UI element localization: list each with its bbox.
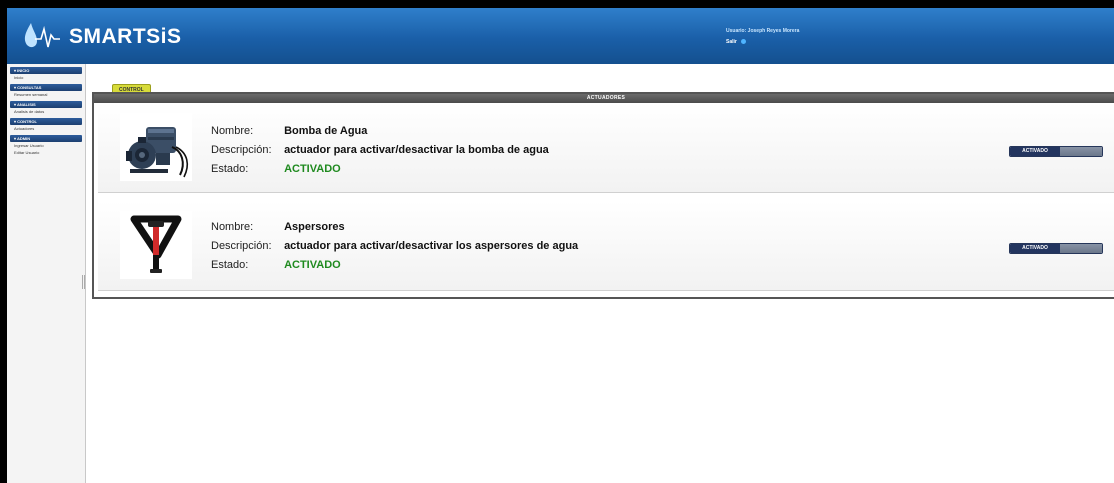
nav-section-control: ▾ CONTROL Actuadores [10, 118, 82, 132]
user-label: Usuario: [726, 28, 747, 34]
sidebar-item-inicio[interactable]: Inicio [10, 74, 82, 81]
nav-section-analisis: ▾ ANALISIS Analisis de datos [10, 101, 82, 115]
actuator-description-row: Descripción: actuador para activar/desac… [211, 240, 578, 252]
description-label: Descripción: [211, 144, 272, 156]
actuator-name-row: Nombre: Bomba de Agua [211, 125, 367, 137]
main-content: CONTROL ACTUADORES Nombre: Bomba de Agua… [88, 68, 1114, 483]
screen-frame-top [0, 0, 1114, 8]
nav-header-analisis[interactable]: ▾ ANALISIS [10, 101, 82, 108]
nav-header-consultas[interactable]: ▾ CONSULTAS [10, 84, 82, 91]
actuator-description-row: Descripción: actuador para activar/desac… [211, 144, 549, 156]
actuator-card: Nombre: Bomba de Agua Descripción: actua… [98, 103, 1114, 193]
description-label: Descripción: [211, 240, 272, 252]
actuator-status: ACTIVADO [284, 163, 341, 175]
actuator-toggle-switch[interactable]: ACTIVADO [1009, 146, 1103, 157]
nav-header-inicio[interactable]: ▾ INICIO [10, 67, 82, 74]
toggle-off-side[interactable] [1060, 244, 1102, 253]
actuator-toggle-switch[interactable]: ACTIVADO [1009, 243, 1103, 254]
water-pump-icon [120, 113, 192, 181]
toggle-on-label[interactable]: ACTIVADO [1010, 244, 1060, 253]
user-name: Joseph Reyes Morera [747, 28, 800, 34]
sidebar-item-actuadores[interactable]: Actuadores [10, 125, 82, 132]
actuators-list: Nombre: Bomba de Agua Descripción: actua… [96, 103, 1114, 295]
sidebar-item-ingresar-usuario[interactable]: Ingresar Usuario [10, 142, 82, 149]
app-header: SMARTSiS Usuario: Joseph Reyes Morera Sa… [7, 8, 1114, 64]
actuator-status-row: Estado: ACTIVADO [211, 259, 341, 271]
sidebar: ▾ INICIO Inicio ▾ CONSULTAS Resumen sema… [7, 64, 86, 483]
nav-section-inicio: ▾ INICIO Inicio [10, 67, 82, 81]
logout-icon[interactable] [741, 39, 747, 45]
status-label: Estado: [211, 163, 249, 175]
nav-header-control[interactable]: ▾ CONTROL [10, 118, 82, 125]
actuator-status: ACTIVADO [284, 259, 341, 271]
logout-link[interactable]: Salir [726, 37, 737, 48]
sprinkler-icon [120, 211, 192, 279]
panel-title: ACTUADORES [94, 94, 1114, 103]
screen-frame-left [0, 0, 7, 483]
sidebar-item-resumen-semanal[interactable]: Resumen semanal [10, 91, 82, 98]
actuator-name-row: Nombre: Aspersores [211, 221, 345, 233]
name-label: Nombre: [211, 125, 254, 137]
sidebar-item-editar-usuario[interactable]: Editar Usuario [10, 149, 82, 156]
sidebar-item-analisis-datos[interactable]: Analisis de datos [10, 108, 82, 115]
actuator-description: actuador para activar/desactivar la bomb… [284, 144, 549, 156]
toggle-on-label[interactable]: ACTIVADO [1010, 147, 1060, 156]
nav-section-consultas: ▾ CONSULTAS Resumen semanal [10, 84, 82, 98]
user-info: Usuario: Joseph Reyes Morera Salir [726, 26, 799, 48]
actuator-status-row: Estado: ACTIVADO [211, 163, 341, 175]
sidebar-resize-handle[interactable] [82, 275, 85, 289]
nav-section-admin: ▾ ADMIN Ingresar Usuario Editar Usuario [10, 135, 82, 156]
nav-header-admin[interactable]: ▾ ADMIN [10, 135, 82, 142]
toggle-off-side[interactable] [1060, 147, 1102, 156]
actuators-panel: ACTUADORES Nombre: Bomba de Agua Descrip… [92, 92, 1114, 299]
actuator-name: Aspersores [284, 221, 345, 233]
status-label: Estado: [211, 259, 249, 271]
app-title: SMARTSiS [69, 25, 182, 48]
logo-icon [24, 23, 60, 48]
actuator-name: Bomba de Agua [284, 125, 368, 137]
actuator-card: Nombre: Aspersores Descripción: actuador… [98, 201, 1114, 291]
name-label: Nombre: [211, 221, 254, 233]
actuator-description: actuador para activar/desactivar los asp… [284, 240, 579, 252]
